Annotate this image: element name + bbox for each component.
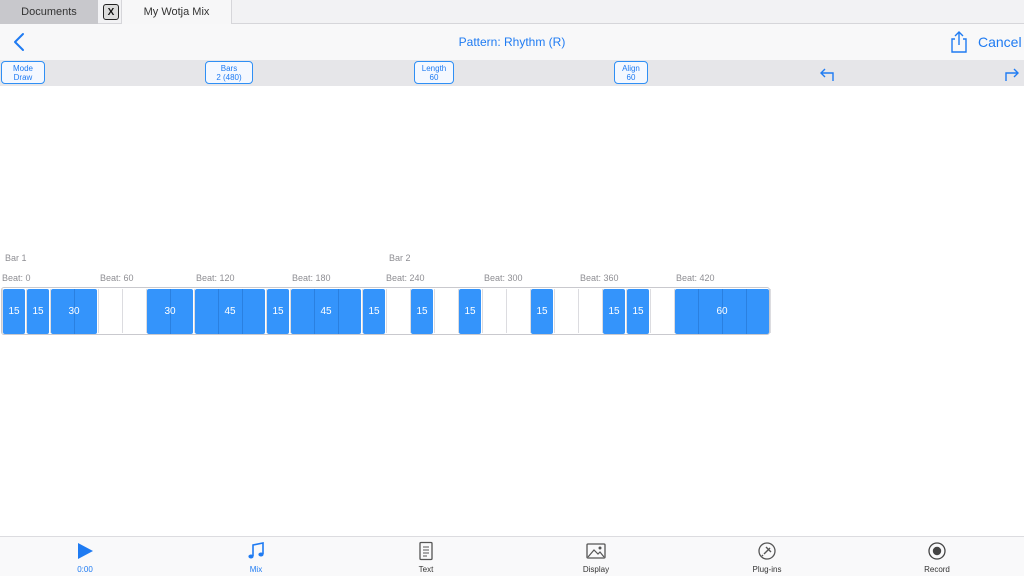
pattern-note[interactable]: 15 bbox=[267, 289, 289, 334]
note-length-label: 60 bbox=[716, 306, 728, 317]
plugins-label: Plug-ins bbox=[752, 565, 782, 574]
note-slot-divider bbox=[242, 289, 243, 334]
grid-slot-divider bbox=[650, 289, 651, 333]
document-tab-bar: Documents X My Wotja Mix bbox=[0, 0, 1024, 24]
pattern-note[interactable]: 15 bbox=[363, 289, 385, 334]
bar-label: Bar 2 bbox=[389, 253, 411, 263]
note-slot-divider bbox=[314, 289, 315, 334]
display-label: Display bbox=[582, 565, 610, 574]
align-button[interactable]: Align 60 bbox=[614, 61, 648, 84]
note-slot-divider bbox=[698, 289, 699, 334]
grid-slot-divider bbox=[578, 289, 579, 333]
plugins-tab[interactable]: Plug-ins bbox=[732, 541, 802, 574]
grid-slot-divider bbox=[554, 289, 555, 333]
mode-value: Draw bbox=[13, 73, 33, 82]
note-length-label: 15 bbox=[416, 306, 428, 317]
grid-slot-divider bbox=[386, 289, 387, 333]
plug-icon bbox=[758, 542, 776, 560]
share-icon bbox=[951, 31, 967, 53]
pattern-note[interactable]: 30 bbox=[147, 289, 193, 334]
grid-slot-divider bbox=[98, 289, 99, 333]
redo-button[interactable] bbox=[1002, 63, 1022, 83]
length-value: 60 bbox=[429, 73, 439, 82]
grid-slot-divider bbox=[770, 289, 771, 333]
pattern-toolbar: Mode Draw Bars 2 (480) Length 60 Align 6… bbox=[0, 60, 1024, 86]
undo-icon bbox=[820, 68, 834, 81]
note-length-label: 30 bbox=[164, 306, 176, 317]
note-length-label: 15 bbox=[32, 306, 44, 317]
note-length-label: 45 bbox=[320, 306, 332, 317]
bars-title: Bars bbox=[220, 64, 238, 73]
note-length-label: 15 bbox=[272, 306, 284, 317]
bars-value: 2 (480) bbox=[216, 73, 242, 82]
grid-slot-divider bbox=[122, 289, 123, 333]
close-tab-button[interactable]: X bbox=[103, 4, 119, 20]
note-length-label: 30 bbox=[68, 306, 80, 317]
pattern-note[interactable]: 45 bbox=[195, 289, 265, 334]
note-slot-divider bbox=[746, 289, 747, 334]
mode-title: Mode bbox=[12, 64, 33, 73]
tab-my-wotja-mix[interactable]: My Wotja Mix bbox=[121, 0, 232, 24]
pattern-note[interactable]: 15 bbox=[603, 289, 625, 334]
text-label: Text bbox=[418, 565, 434, 574]
length-button[interactable]: Length 60 bbox=[414, 61, 454, 84]
align-value: 60 bbox=[626, 73, 636, 82]
pattern-note[interactable]: 15 bbox=[3, 289, 25, 334]
note-length-label: 15 bbox=[536, 306, 548, 317]
align-title: Align bbox=[622, 64, 640, 73]
share-button[interactable] bbox=[949, 30, 969, 54]
redo-icon bbox=[1005, 68, 1019, 81]
note-length-label: 45 bbox=[224, 306, 236, 317]
note-length-label: 15 bbox=[464, 306, 476, 317]
note-slot-divider bbox=[218, 289, 219, 334]
document-icon bbox=[419, 541, 433, 561]
grid-slot-divider bbox=[482, 289, 483, 333]
image-icon bbox=[586, 543, 606, 559]
beat-label: Beat: 60 bbox=[100, 273, 134, 283]
bar-label: Bar 1 bbox=[5, 253, 27, 263]
pattern-note[interactable]: 15 bbox=[531, 289, 553, 334]
navigation-bar: Pattern: Rhythm (R) Cancel bbox=[0, 24, 1024, 60]
pattern-note[interactable]: 15 bbox=[27, 289, 49, 334]
record-tab[interactable]: Record bbox=[902, 541, 972, 574]
beat-label: Beat: 120 bbox=[196, 273, 235, 283]
play-time: 0:00 bbox=[77, 565, 93, 574]
note-length-label: 15 bbox=[608, 306, 620, 317]
beat-label: Beat: 180 bbox=[292, 273, 331, 283]
note-length-label: 15 bbox=[8, 306, 20, 317]
length-title: Length bbox=[421, 64, 447, 73]
beat-label: Beat: 240 bbox=[386, 273, 425, 283]
bottom-tab-bar: 0:00 Mix Text Display Plug-ins Record bbox=[0, 536, 1024, 576]
pattern-note[interactable]: 15 bbox=[459, 289, 481, 334]
beat-label: Beat: 300 bbox=[484, 273, 523, 283]
beat-label: Beat: 360 bbox=[580, 273, 619, 283]
play-tab[interactable]: 0:00 bbox=[50, 541, 120, 574]
note-length-label: 15 bbox=[368, 306, 380, 317]
text-tab[interactable]: Text bbox=[391, 541, 461, 574]
music-note-icon bbox=[248, 542, 264, 559]
bars-button[interactable]: Bars 2 (480) bbox=[205, 61, 253, 84]
pattern-note[interactable]: 30 bbox=[51, 289, 97, 334]
mode-button[interactable]: Mode Draw bbox=[1, 61, 45, 84]
display-tab[interactable]: Display bbox=[561, 541, 631, 574]
mix-label: Mix bbox=[249, 565, 263, 574]
pattern-note[interactable]: 45 bbox=[291, 289, 361, 334]
record-icon bbox=[928, 542, 946, 560]
record-label: Record bbox=[924, 565, 950, 574]
note-length-label: 15 bbox=[632, 306, 644, 317]
cancel-button[interactable]: Cancel bbox=[978, 34, 1022, 50]
beat-label: Beat: 420 bbox=[676, 273, 715, 283]
pattern-note[interactable]: 60 bbox=[675, 289, 769, 334]
play-icon bbox=[78, 543, 93, 559]
grid-slot-divider bbox=[434, 289, 435, 333]
pattern-note[interactable]: 15 bbox=[411, 289, 433, 334]
undo-button[interactable] bbox=[817, 63, 837, 83]
note-slot-divider bbox=[338, 289, 339, 334]
tab-documents[interactable]: Documents bbox=[0, 0, 98, 24]
beat-label: Beat: 0 bbox=[2, 273, 31, 283]
pattern-note[interactable]: 15 bbox=[627, 289, 649, 334]
page-title: Pattern: Rhythm (R) bbox=[458, 35, 566, 49]
mix-tab[interactable]: Mix bbox=[221, 541, 291, 574]
grid-slot-divider bbox=[506, 289, 507, 333]
